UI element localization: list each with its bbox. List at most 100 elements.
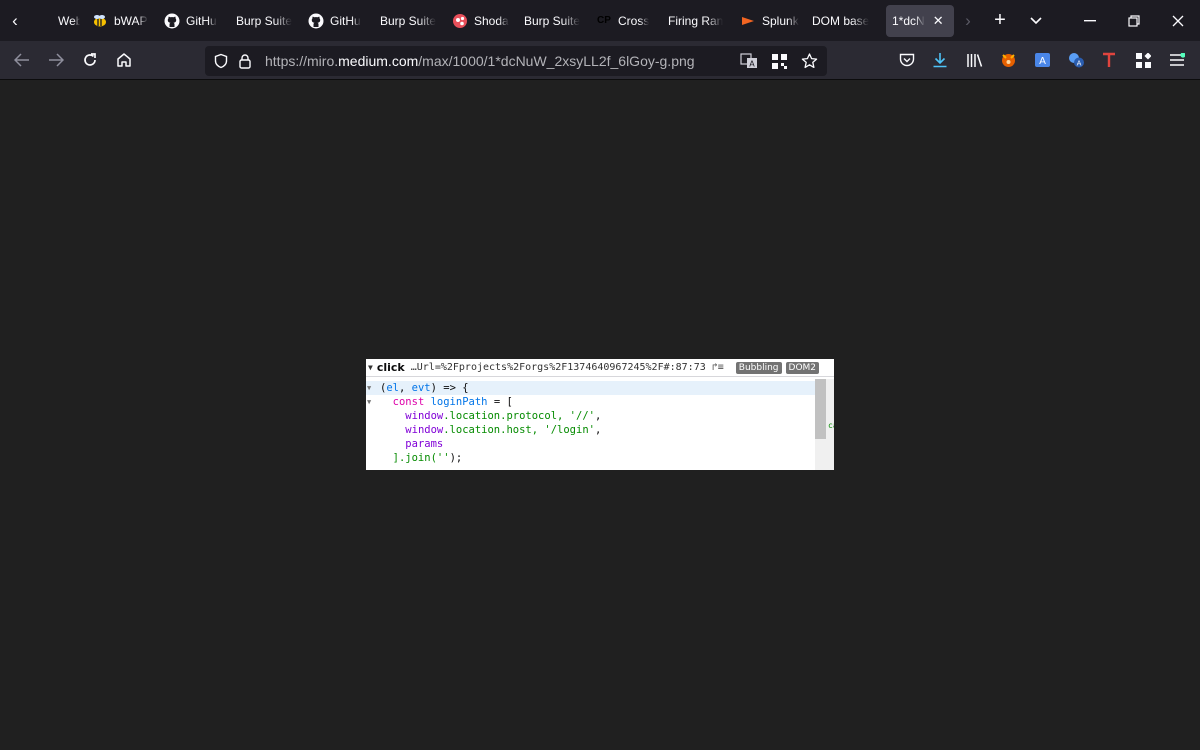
tab[interactable]: GitHu [302, 5, 374, 37]
tab-label: bWAP [114, 13, 148, 28]
code-token: window [405, 424, 444, 436]
pocket-button[interactable] [891, 44, 923, 76]
translate-icon: A [1034, 53, 1050, 67]
splunk-icon [740, 13, 756, 29]
code-line: ▼ const loginPath = [ [366, 395, 834, 409]
code-token: ].join( [380, 452, 437, 464]
code-scrollbar-thumb [815, 379, 826, 439]
tab[interactable]: Web A [30, 5, 86, 37]
tab[interactable]: DOM base [806, 5, 878, 37]
bookmark-star-icon[interactable] [797, 49, 821, 73]
close-icon [1172, 15, 1184, 26]
restore-icon [1128, 14, 1140, 27]
fold-arrow-icon: ▼ [367, 398, 372, 406]
extensions-button[interactable] [1127, 44, 1159, 76]
tab[interactable]: Shoda [446, 5, 518, 37]
qr-code-icon[interactable] [767, 49, 791, 73]
tab-label: Shoda [474, 13, 509, 28]
tab[interactable]: bWAP [86, 5, 158, 37]
code-token: , [594, 410, 602, 422]
code-line: params [366, 437, 834, 451]
tab-label: Burp Suite [380, 13, 437, 28]
code-line: window.location.host, '/login', [366, 423, 834, 437]
tracking-protection-shield-icon[interactable] [209, 53, 233, 69]
code-line: ▼ (el, evt) => { [366, 381, 834, 395]
minimize-button[interactable] [1068, 0, 1112, 41]
minimize-icon [1084, 19, 1096, 21]
bee-icon [92, 13, 108, 29]
tab-strip: Web A bWAP GitHu Burp Suite GitHu Burp Suite S… [30, 0, 954, 41]
home-icon [117, 53, 131, 67]
tab[interactable]: Burp Suite [518, 5, 590, 37]
reload-button[interactable] [73, 45, 107, 75]
arrow-left-icon [14, 53, 29, 67]
badge-bubbling: Bubbling [735, 361, 782, 374]
library-button[interactable] [958, 44, 990, 76]
code-token: const [392, 396, 431, 408]
code-token: ); [449, 452, 463, 464]
new-tab-button[interactable]: + [982, 0, 1018, 41]
letter-t-icon [1103, 52, 1115, 67]
tab[interactable]: Splunk [734, 5, 806, 37]
tab-label: Burp Suite [524, 13, 581, 28]
tab[interactable]: CP Cross [590, 5, 662, 37]
tab-scroll-right-button[interactable]: › [954, 0, 982, 41]
code-line: window.location.protocol, '//', [366, 409, 834, 423]
tab-label: GitHu [330, 13, 361, 28]
cp-icon: CP [596, 12, 612, 29]
lock-icon[interactable] [233, 53, 257, 69]
tab[interactable]: Burp Suite [374, 5, 446, 37]
list-all-tabs-button[interactable] [1018, 0, 1054, 41]
tab-label: Firing Ran [668, 13, 724, 28]
extension-foxyproxy-button[interactable] [992, 44, 1024, 76]
tab-bar: ‹ Web A bWAP GitHu Burp Suite GitHu Burp Suit… [0, 0, 1200, 41]
downloads-button[interactable] [924, 44, 956, 76]
translate-page-icon[interactable]: A [737, 49, 761, 73]
app-menu-button[interactable] [1161, 44, 1193, 76]
code-token: '' [436, 452, 450, 464]
library-icon [966, 53, 982, 67]
restore-button[interactable] [1112, 0, 1156, 41]
home-button[interactable] [107, 45, 141, 75]
globe-icon [36, 13, 52, 29]
svg-text:A: A [749, 60, 755, 69]
extension-translator-button[interactable]: A [1060, 44, 1092, 76]
tab-scroll-left-button[interactable]: ‹ [0, 0, 30, 41]
tab[interactable]: Burp Suite [230, 5, 302, 37]
tab[interactable]: GitHu [158, 5, 230, 37]
close-window-button[interactable] [1156, 0, 1200, 41]
url-text[interactable]: https://miro.medium.com/max/1000/1*dcNuW… [265, 53, 695, 69]
clipped-text-fragment: ca [828, 421, 834, 430]
displayed-image: ▼ click …Url=%2Fprojects%2Forgs%2F137464… [366, 359, 834, 470]
back-button[interactable] [5, 45, 39, 75]
pocket-icon [899, 53, 915, 66]
code-token: el [386, 382, 399, 394]
tab-label: Splunk [762, 13, 799, 28]
extension-translate-button[interactable]: A [1026, 44, 1058, 76]
shodan-icon [452, 13, 468, 29]
url-bar-actions: A [737, 46, 821, 76]
code-token: '//' [569, 410, 595, 422]
tab[interactable]: Firing Ran [662, 5, 734, 37]
code-token: .location.host, [443, 424, 545, 436]
event-source: …Url=%2Fprojects%2Forgs%2F1374640967245%… [410, 362, 706, 373]
code-token: , [398, 382, 412, 394]
jump-to-definition-icon: ↱≡ [711, 362, 724, 373]
close-tab-icon[interactable]: ✕ [933, 13, 944, 29]
url-bar[interactable]: https://miro.medium.com/max/1000/1*dcNuW… [205, 46, 827, 76]
tab-active[interactable]: 1*dcN ✕ [886, 4, 954, 37]
fox-icon [1001, 54, 1015, 67]
puzzle-grid-icon [1135, 52, 1151, 68]
code-token: = [ [487, 396, 513, 408]
code-token: loginPath [430, 396, 488, 408]
badge-dom2: DOM2 [785, 361, 820, 374]
chevron-down-icon [1030, 16, 1042, 24]
event-name: click [376, 361, 405, 374]
extension-t-button[interactable] [1093, 44, 1125, 76]
code-token: params [405, 438, 444, 450]
code-token: , [594, 424, 602, 436]
forward-button[interactable] [39, 45, 73, 75]
